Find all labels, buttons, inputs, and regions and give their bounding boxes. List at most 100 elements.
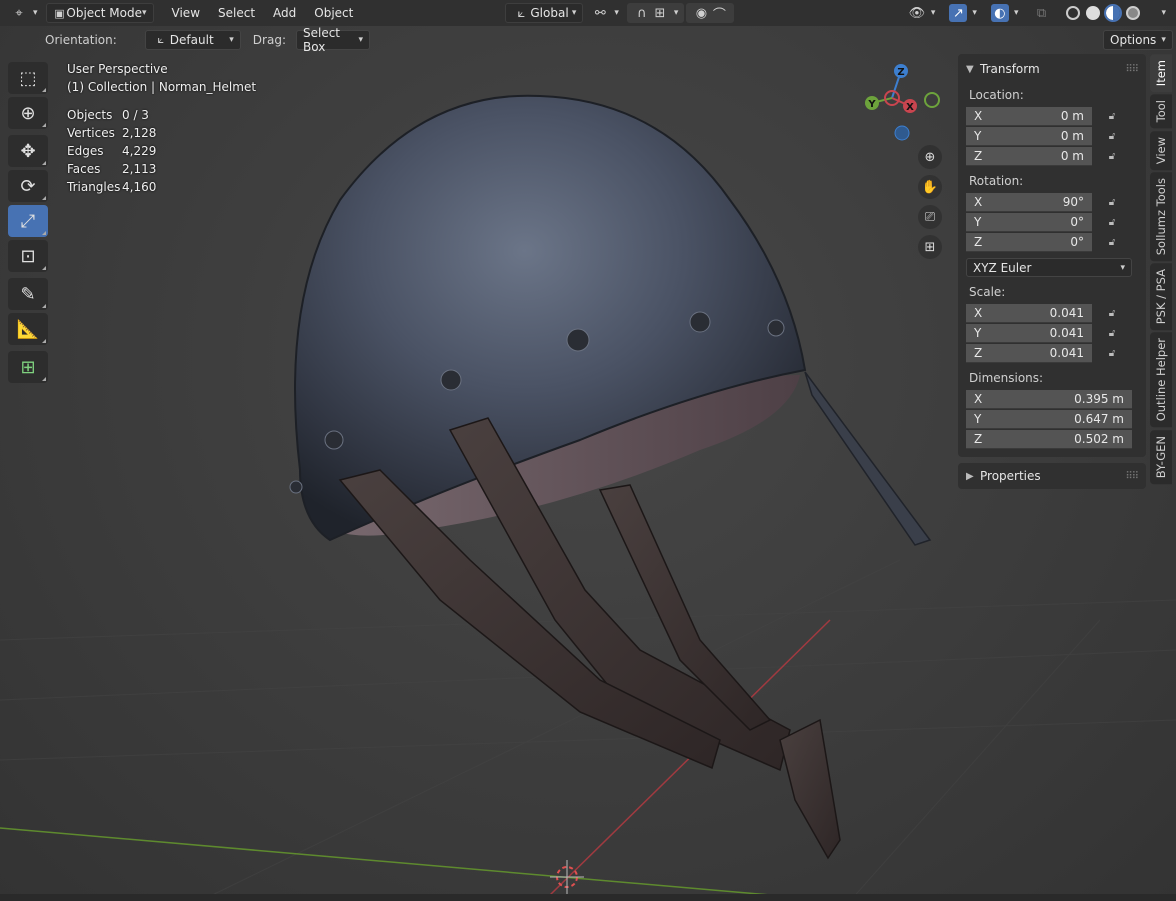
- wireframe-shading-icon[interactable]: [1066, 6, 1081, 20]
- blender-window: ⌖ ▾ ▣ Object Mode ▾ View Select Add Objec…: [0, 0, 1176, 901]
- pan-button[interactable]: ✋: [918, 175, 942, 199]
- field-value: 0.647 m: [1074, 411, 1124, 426]
- orientation-dropdown[interactable]: ⟀ Default ▾: [144, 30, 241, 50]
- stat-label: Vertices: [67, 126, 115, 140]
- snap-button[interactable]: ∩ ⊞ ▾: [626, 3, 685, 23]
- field-value: 0.041: [1049, 325, 1084, 340]
- visibility-button[interactable]: 👁 ▾: [902, 3, 942, 23]
- transform-orientation-select[interactable]: ⟀ Global ▾: [505, 3, 584, 23]
- drag-grip-icon[interactable]: ⠿⠿: [1125, 64, 1139, 75]
- gizmo-x-label: X: [906, 102, 914, 113]
- xray-button[interactable]: ⧉: [1026, 3, 1056, 23]
- move-tool[interactable]: ✥: [8, 135, 48, 167]
- menu-add[interactable]: Add: [265, 3, 304, 23]
- select-box-tool[interactable]: ⬚: [8, 62, 48, 94]
- proportional-edit-button[interactable]: ◉ ⌒: [686, 3, 735, 23]
- rotation-y-field[interactable]: Y 0°: [966, 212, 1092, 232]
- scene-statistics: Objects 0 / 3 Vertices 2,128 Edges 4,229 Fa…: [67, 106, 256, 196]
- axis-label: Z: [974, 148, 983, 163]
- lock-icon[interactable]: 🔓︎: [1102, 151, 1122, 162]
- gizmo-neg-z-ball[interactable]: [894, 125, 910, 141]
- scale-icon: ⤢: [20, 210, 36, 232]
- dimensions-y-field[interactable]: Y 0.647 m: [966, 409, 1132, 429]
- 3d-cursor: [550, 860, 584, 894]
- scale-label: Scale:: [969, 285, 1006, 299]
- rendered-shading-icon[interactable]: [1126, 6, 1141, 20]
- scale-tool[interactable]: ⤢: [8, 205, 48, 237]
- pivot-point-button[interactable]: ⚯ ▾: [585, 3, 625, 23]
- chevron-down-icon: ▾: [673, 8, 679, 18]
- tab-sollumz-tools[interactable]: Sollumz Tools: [1150, 171, 1172, 262]
- lock-icon[interactable]: 🔓︎: [1102, 308, 1122, 319]
- lock-icon[interactable]: 🔓︎: [1102, 197, 1122, 208]
- rotation-x-field[interactable]: X 90°: [966, 192, 1092, 212]
- dimensions-x-field[interactable]: X 0.395 m: [966, 389, 1132, 409]
- transform-tool[interactable]: ⊡: [8, 240, 48, 272]
- material-shading-icon[interactable]: [1104, 4, 1123, 22]
- y-axis-line: [0, 827, 771, 896]
- ortho-toggle-button[interactable]: ⊞: [918, 235, 942, 259]
- mode-select[interactable]: ▣ Object Mode ▾: [45, 3, 154, 23]
- tab-psk-psa[interactable]: PSK / PSA: [1150, 263, 1172, 331]
- lock-icon[interactable]: 🔓︎: [1102, 111, 1122, 122]
- grid-icon: ⊞: [924, 239, 936, 255]
- drag-grip-icon[interactable]: ⠿⠿: [1125, 471, 1139, 482]
- measure-tool[interactable]: 📐: [8, 313, 48, 345]
- cursor-tool[interactable]: ⊕: [8, 97, 48, 129]
- tab-tool[interactable]: Tool: [1150, 94, 1172, 129]
- zoom-button[interactable]: ⊕: [918, 145, 942, 169]
- shading-buttons: [1058, 3, 1148, 23]
- editor-type-button[interactable]: ⌖ ▾: [4, 3, 44, 23]
- scale-x-field[interactable]: X 0.041: [966, 303, 1092, 323]
- stat-value: 2,113: [122, 162, 157, 176]
- lock-icon[interactable]: 🔓︎: [1102, 237, 1122, 248]
- navigation-gizmo[interactable]: Z X Y: [858, 60, 948, 150]
- solid-shading-icon[interactable]: [1086, 6, 1101, 20]
- lock-icon[interactable]: 🔓︎: [1102, 217, 1122, 228]
- axis-label: Y: [974, 214, 982, 229]
- dimensions-x-row: X 0.395 m: [966, 389, 1138, 409]
- eye-icon: 👁: [908, 5, 926, 21]
- chevron-down-icon: ▾: [142, 8, 147, 18]
- rotate-tool[interactable]: ⟳: [8, 170, 48, 202]
- dimensions-label: Dimensions:: [969, 371, 1044, 385]
- location-y-field[interactable]: Y 0 m: [966, 126, 1092, 146]
- dimensions-z-field[interactable]: Z 0.502 m: [966, 429, 1132, 449]
- camera-view-button[interactable]: ⎚: [918, 205, 942, 229]
- menu-object[interactable]: Object: [306, 3, 361, 23]
- snap-increment-icon: ⊞: [654, 5, 666, 21]
- location-x-field[interactable]: X 0 m: [966, 106, 1092, 126]
- lock-icon[interactable]: 🔓︎: [1102, 131, 1122, 142]
- field-value: 0.502 m: [1074, 431, 1124, 446]
- scale-z-field[interactable]: Z 0.041: [966, 343, 1092, 363]
- lock-icon[interactable]: 🔓︎: [1102, 348, 1122, 359]
- tab-view[interactable]: View: [1150, 130, 1172, 170]
- annotate-tool[interactable]: ✎: [8, 278, 48, 310]
- rotation-mode-select[interactable]: XYZ Euler ▾: [966, 258, 1132, 277]
- menu-view[interactable]: View: [164, 3, 208, 23]
- tab-by-gen[interactable]: BY-GEN: [1150, 429, 1172, 484]
- axis-label: Z: [974, 234, 983, 249]
- xray-icon: ⧉: [1036, 5, 1047, 21]
- tab-outline-helper[interactable]: Outline Helper: [1150, 332, 1172, 428]
- add-cube-tool[interactable]: ⊞: [8, 351, 48, 383]
- gizmo-neg-y-ball[interactable]: [924, 92, 940, 108]
- hand-icon: ✋: [921, 179, 939, 195]
- shading-options-button[interactable]: ▾: [1150, 3, 1172, 23]
- gizmos-button[interactable]: ↗ ▾: [943, 3, 983, 23]
- menu-select[interactable]: Select: [210, 3, 263, 23]
- stat-row: Objects 0 / 3: [67, 106, 256, 124]
- transform-panel-header[interactable]: ▼ Transform ⠿⠿: [966, 58, 1139, 80]
- options-dropdown[interactable]: Options ▾: [1103, 30, 1173, 50]
- dimensions-z-row: Z 0.502 m: [966, 429, 1138, 449]
- annotate-icon: ✎: [20, 283, 36, 305]
- scale-y-field[interactable]: Y 0.041: [966, 323, 1092, 343]
- stat-value: 2,128: [122, 126, 157, 140]
- properties-panel-header[interactable]: ▶ Properties ⠿⠿: [966, 465, 1139, 487]
- rotation-z-field[interactable]: Z 0°: [966, 232, 1092, 252]
- overlays-button[interactable]: ◐ ▾: [985, 3, 1025, 23]
- lock-icon[interactable]: 🔓︎: [1102, 328, 1122, 339]
- tab-item[interactable]: Item: [1150, 54, 1172, 93]
- location-z-field[interactable]: Z 0 m: [966, 146, 1092, 166]
- drag-dropdown[interactable]: Select Box ▾: [295, 26, 370, 54]
